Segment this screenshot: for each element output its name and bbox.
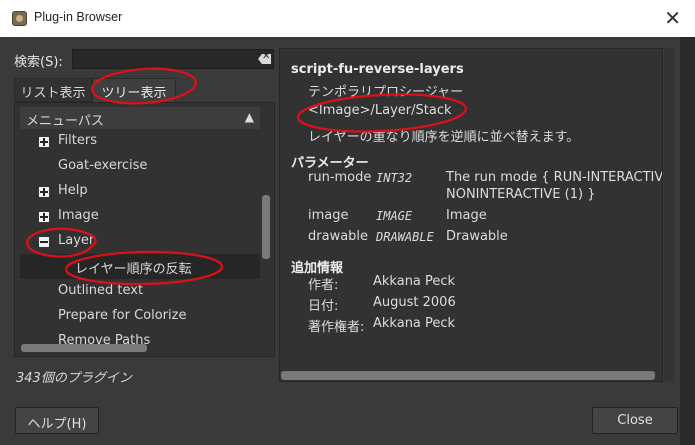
tree-item-layer[interactable]: Layer <box>20 229 260 254</box>
tree-vertical-scrollbar[interactable] <box>259 103 271 343</box>
tree-item-image[interactable]: Image <box>20 204 260 229</box>
tree-item-label: Prepare for Colorize <box>58 308 187 323</box>
collapse-minus-icon[interactable] <box>39 237 49 247</box>
close-icon[interactable]: ✕ <box>664 6 681 30</box>
tree-horizontal-scroll-thumb[interactable] <box>21 344 147 352</box>
tree-item-outlined-text[interactable]: Outlined text <box>20 279 260 304</box>
sort-ascending-icon: ▲ <box>244 110 254 124</box>
tab-tree-view[interactable]: ツリー表示 <box>92 78 176 102</box>
tree-item-label: Outlined text <box>58 283 144 298</box>
param-type: IMAGE <box>376 209 413 223</box>
search-input[interactable] <box>72 49 274 69</box>
procedure-details: script-fu-reverse-layers テンポラリプロシージャー <I… <box>279 48 663 382</box>
param-name: drawable <box>308 229 369 244</box>
help-button[interactable]: ヘルプ(H) <box>15 407 99 434</box>
title-bar: Plug-in Browser ✕ <box>0 0 695 37</box>
tab-list-view[interactable]: リスト表示 <box>14 78 92 102</box>
tree-item-label: Help <box>58 183 88 198</box>
param-name: image <box>308 208 349 223</box>
parameters-heading: パラメーター <box>291 156 369 171</box>
param-name: run-mode <box>308 170 372 185</box>
plugin-count: 343個のプラグイン <box>16 371 132 386</box>
tree-item-help[interactable]: Help <box>20 179 260 204</box>
tree-item-prepare-for-colorize[interactable]: Prepare for Colorize <box>20 304 260 329</box>
tree-item-label: Layer <box>58 233 95 248</box>
param-description: Drawable <box>446 229 508 244</box>
procedure-type: テンポラリプロシージャー <box>308 85 464 100</box>
desktop-background <box>680 37 695 445</box>
close-button[interactable]: Close <box>592 407 678 434</box>
expand-plus-icon[interactable] <box>39 137 49 147</box>
param-type: DRAWABLE <box>376 230 434 244</box>
tree-header-label: メニューパス <box>26 114 104 129</box>
tree-item-label: Image <box>58 208 99 223</box>
info-key-author: 作者: <box>308 278 339 293</box>
info-value-copyright: Akkana Peck <box>373 316 456 331</box>
tree-column-header[interactable]: メニューパス ▲ <box>20 107 260 129</box>
gimp-app-icon <box>12 11 27 26</box>
param-description: The run mode { RUN-INTERACTIVE (0), RUN- <box>446 170 663 185</box>
info-key-copyright: 著作権者: <box>308 320 365 335</box>
details-horizontal-scroll-thumb[interactable] <box>281 371 655 380</box>
tree-item-goat-exercise[interactable]: Goat-exercise <box>20 154 260 179</box>
tree-horizontal-scrollbar[interactable] <box>19 342 259 354</box>
tree-item-label: Filters <box>58 133 97 148</box>
plugin-tree: メニューパス ▲ Filters Goat-exercise Help Imag… <box>14 102 275 357</box>
tree-item-label: レイヤー順序の反転 <box>75 262 192 277</box>
menu-path: <Image>/Layer/Stack <box>308 103 452 118</box>
info-value-author: Akkana Peck <box>373 274 456 289</box>
expand-plus-icon[interactable] <box>39 187 49 197</box>
param-description: Image <box>446 208 487 223</box>
tree-item-label: Goat-exercise <box>58 158 148 173</box>
tree-item-reverse-layer-order[interactable]: レイヤー順序の反転 <box>20 254 260 279</box>
param-type: INT32 <box>376 171 413 185</box>
procedure-description: レイヤーの重なり順序を逆順に並べ替えます。 <box>308 130 580 145</box>
info-value-date: August 2006 <box>373 295 456 310</box>
procedure-name: script-fu-reverse-layers <box>291 62 464 77</box>
expand-plus-icon[interactable] <box>39 212 49 222</box>
details-right-border <box>664 48 674 382</box>
details-horizontal-scrollbar[interactable] <box>279 369 663 382</box>
tree-item-filters[interactable]: Filters <box>20 129 260 154</box>
param-description-cont: NONINTERACTIVE (1) } <box>446 187 596 202</box>
info-key-date: 日付: <box>308 299 339 314</box>
search-label: 検索(S): <box>14 55 63 70</box>
tree-vertical-scroll-thumb[interactable] <box>262 195 270 259</box>
window-title: Plug-in Browser <box>34 10 123 24</box>
